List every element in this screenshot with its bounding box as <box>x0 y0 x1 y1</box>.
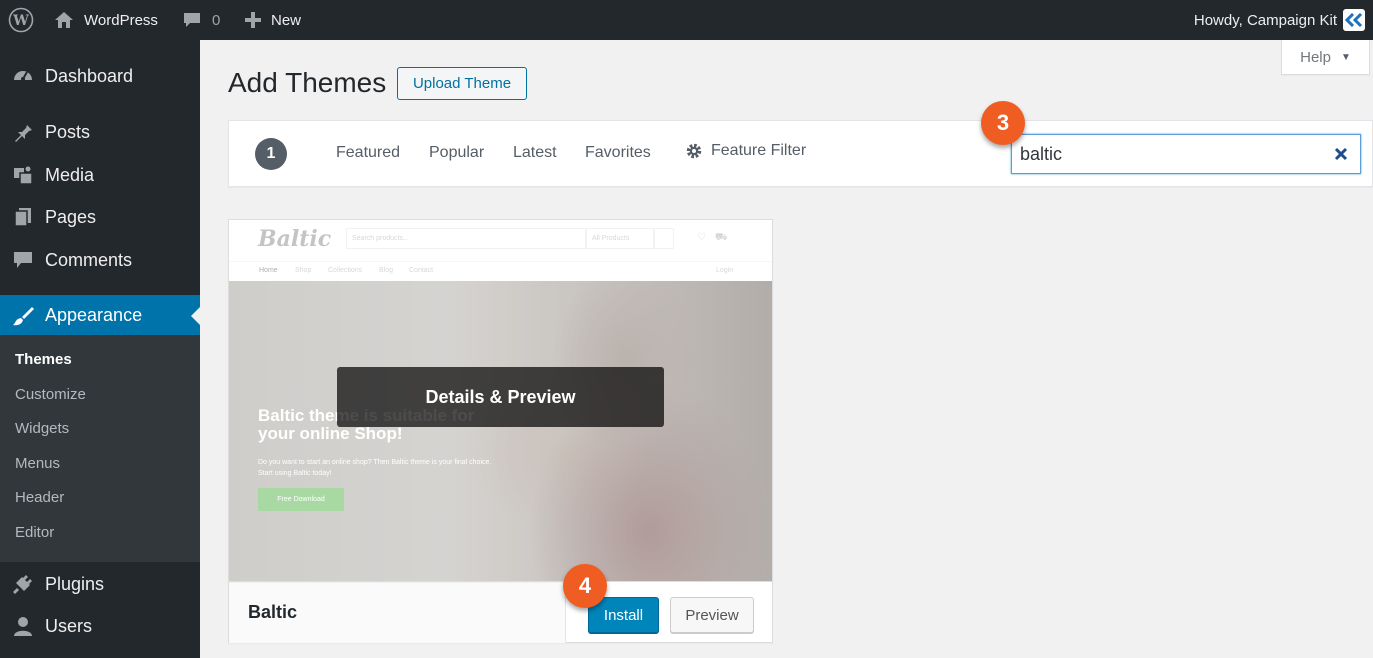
account-menu[interactable]: Howdy, Campaign Kit <box>1194 0 1365 40</box>
theme-name: Baltic <box>248 602 298 622</box>
hero-sub-line: Start using Baltic today! <box>258 470 332 477</box>
comments-link[interactable]: 0 <box>182 0 220 40</box>
clear-search-icon[interactable] <box>1332 145 1350 163</box>
sidebar-item-label: Comments <box>45 249 133 270</box>
sidebar-item-users[interactable]: Users <box>0 606 200 646</box>
hero-title-line: your online Shop! <box>258 424 403 443</box>
submenu-item-menus[interactable]: Menus <box>15 455 60 472</box>
howdy-text: Howdy, Campaign Kit <box>1193 11 1337 29</box>
new-label: New <box>271 11 302 29</box>
filter-featured[interactable]: Featured <box>336 144 400 162</box>
comments-count: 0 <box>212 11 221 29</box>
gauge-icon <box>11 64 35 88</box>
media-icon <box>11 163 35 187</box>
admin-sidebar: Dashboard Posts Media Pages Comments App… <box>0 40 200 658</box>
feature-filter-label: Feature Filter <box>711 142 807 159</box>
admin-bar: W WordPress 0 New Howdy, Campaign Kit <box>0 0 1373 40</box>
sidebar-item-label: Dashboard <box>45 65 134 86</box>
theme-search-input[interactable] <box>1012 135 1322 173</box>
help-label: Help <box>1300 48 1331 66</box>
svg-text:W: W <box>12 13 29 29</box>
sidebar-item-label: Users <box>45 615 93 636</box>
submenu-item-themes[interactable]: Themes <box>15 351 72 368</box>
feature-filter-button[interactable]: Feature Filter <box>685 142 806 160</box>
sidebar-item-media[interactable]: Media <box>0 155 200 195</box>
filter-favorites[interactable]: Favorites <box>585 144 651 162</box>
theme-name-area: Baltic <box>229 582 566 643</box>
site-name-link[interactable]: WordPress <box>54 0 158 40</box>
filter-latest[interactable]: Latest <box>513 144 557 162</box>
comment-bubble-icon <box>184 13 200 27</box>
upload-theme-button[interactable]: Upload Theme <box>397 67 527 100</box>
theme-search-box <box>1011 134 1361 174</box>
paintbrush-icon <box>11 304 35 328</box>
step-3-badge: 3 <box>981 101 1025 145</box>
theme-screenshot[interactable]: Baltic Search products... All Products ♡… <box>229 220 772 581</box>
sidebar-item-posts[interactable]: Posts <box>0 112 200 152</box>
theme-card-footer: Baltic Install Preview <box>229 581 772 643</box>
new-content-link[interactable]: New <box>244 0 301 40</box>
submenu-item-customize[interactable]: Customize <box>15 386 86 403</box>
page-title: Add Themes <box>228 67 387 98</box>
user-icon <box>11 614 35 638</box>
preview-button[interactable]: Preview <box>670 597 754 633</box>
sidebar-item-label: Media <box>45 164 95 185</box>
screenshot-hero-button: Free Download <box>258 488 344 511</box>
theme-card[interactable]: Baltic Search products... All Products ♡… <box>228 219 773 643</box>
caret-down-icon: ▼ <box>1340 51 1351 63</box>
plus-icon <box>245 12 261 28</box>
plug-icon <box>11 572 35 596</box>
home-icon <box>55 12 73 28</box>
sidebar-item-appearance[interactable]: Appearance <box>0 295 200 336</box>
theme-count-badge: 1 <box>255 138 287 170</box>
help-tab[interactable]: Help ▼ <box>1281 40 1370 75</box>
sidebar-item-dashboard[interactable]: Dashboard <box>0 56 200 96</box>
sidebar-item-plugins[interactable]: Plugins <box>0 564 200 604</box>
pushpin-icon <box>11 120 35 144</box>
submenu-item-widgets[interactable]: Widgets <box>15 420 69 437</box>
screenshot-hero-subtitle: Do you want to start an online shop? The… <box>258 457 491 479</box>
submenu-item-header[interactable]: Header <box>15 489 64 506</box>
campaign-kit-logo-icon <box>1343 9 1365 31</box>
gear-icon <box>686 143 702 159</box>
sidebar-item-label: Posts <box>45 121 91 142</box>
sidebar-item-comments[interactable]: Comments <box>0 240 200 280</box>
hero-sub-line: Do you want to start an online shop? The… <box>258 459 492 466</box>
appearance-submenu: Themes Customize Widgets Menus Header Ed… <box>0 335 200 562</box>
filter-popular[interactable]: Popular <box>429 144 484 162</box>
step-4-badge: 4 <box>563 564 607 608</box>
pages-icon <box>11 205 35 229</box>
comment-bubble-icon <box>11 248 35 272</box>
site-name: WordPress <box>84 11 158 29</box>
submenu-item-editor[interactable]: Editor <box>15 524 54 541</box>
sidebar-item-pages[interactable]: Pages <box>0 197 200 237</box>
details-preview-button[interactable]: Details & Preview <box>337 367 664 427</box>
sidebar-item-label: Appearance <box>45 305 143 325</box>
sidebar-item-label: Plugins <box>45 573 105 594</box>
wordpress-logo-icon[interactable]: W <box>8 0 34 40</box>
sidebar-item-label: Pages <box>45 206 97 227</box>
